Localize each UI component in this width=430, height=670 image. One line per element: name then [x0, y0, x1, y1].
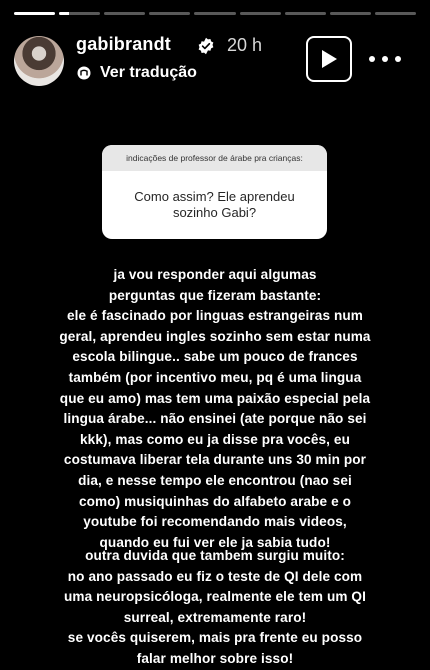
answer-text-line: costumava liberar tela durante uns 30 mi…	[63, 452, 367, 468]
progress-segment	[329, 12, 371, 15]
story-header: gabibrandt 20 h Ver tradução	[14, 34, 418, 86]
username[interactable]: gabibrandt	[76, 34, 171, 55]
story-progress-bar	[14, 12, 416, 15]
question-sticker: indicações de professor de árabe pra cri…	[102, 145, 327, 239]
progress-segment	[374, 12, 416, 15]
answer-text-line: uma neuropsicóloga, realmente ele tem um…	[64, 589, 366, 605]
answer-text-line: também (por incentivo meu, pq é uma ling…	[68, 369, 362, 385]
answer-text-line: youtube foi recomendando mais videos,	[83, 514, 347, 530]
answer-text-line: se vocês quiserem, mais pra frente eu po…	[67, 630, 363, 646]
answer-text-line: ja vou responder aqui algumas	[113, 267, 317, 282]
answer-text-line: falar melhor sobre isso!	[136, 650, 294, 666]
progress-segment-fill	[59, 12, 70, 15]
progress-segment	[14, 12, 56, 15]
progress-segment	[104, 12, 146, 15]
progress-segment	[194, 12, 236, 15]
progress-segment-fill	[14, 12, 56, 15]
more-options-button[interactable]	[369, 50, 401, 68]
answer-text-line: outra duvida que tambem surgiu muito:	[85, 548, 345, 563]
answer-text-line: que eu amo) mas tem uma paixão especial …	[59, 390, 371, 406]
answer-text-line: dia, e nesse tempo ele encontrou (nao se…	[78, 472, 352, 488]
progress-segment	[149, 12, 191, 15]
see-translation-label: Ver tradução	[100, 64, 197, 81]
answer-text-line: geral, aprendeu ingles sozinho sem estar…	[59, 328, 371, 344]
answer-text-paragraph-1: ja vou responder aqui algumas perguntas q…	[14, 265, 416, 553]
play-icon	[322, 50, 337, 68]
answer-text-line: escola bilingue.. sabe um pouco de franc…	[72, 349, 358, 365]
answer-text-line: como) musiquinhas do alfabeto arabe e o	[78, 493, 352, 509]
more-dot-icon	[369, 56, 375, 62]
answer-text-line: lingua árabe... não ensinei (ate porque …	[63, 411, 367, 427]
question-sticker-text: Como assim? Ele aprendeu sozinho Gabi?	[134, 189, 295, 220]
more-dot-icon	[395, 56, 401, 62]
question-sticker-header: indicações de professor de árabe pra cri…	[102, 145, 327, 171]
answer-text-line: no ano passado eu fiz o teste de QI dele…	[67, 568, 363, 584]
verified-badge-icon	[198, 37, 214, 55]
play-button[interactable]	[306, 36, 352, 82]
answer-text-paragraph-2: outra duvida que tambem surgiu muito: no …	[14, 546, 416, 670]
more-dot-icon	[382, 56, 388, 62]
progress-segment	[59, 12, 101, 15]
answer-text-line: ele é fascinado por linguas estrangeiras…	[66, 308, 363, 324]
post-time: 20 h	[227, 35, 263, 55]
avatar[interactable]	[14, 36, 64, 86]
progress-segment	[239, 12, 281, 15]
progress-segment	[284, 12, 326, 15]
answer-text-line: kkk), mas como eu ja disse pra vocês, eu	[80, 431, 350, 447]
answer-text-line: perguntas que fizeram bastante:	[108, 287, 322, 303]
see-translation-button[interactable]: Ver tradução	[76, 64, 197, 82]
translate-icon	[77, 66, 91, 80]
answer-text-line: surreal, extremamente raro!	[123, 609, 307, 625]
